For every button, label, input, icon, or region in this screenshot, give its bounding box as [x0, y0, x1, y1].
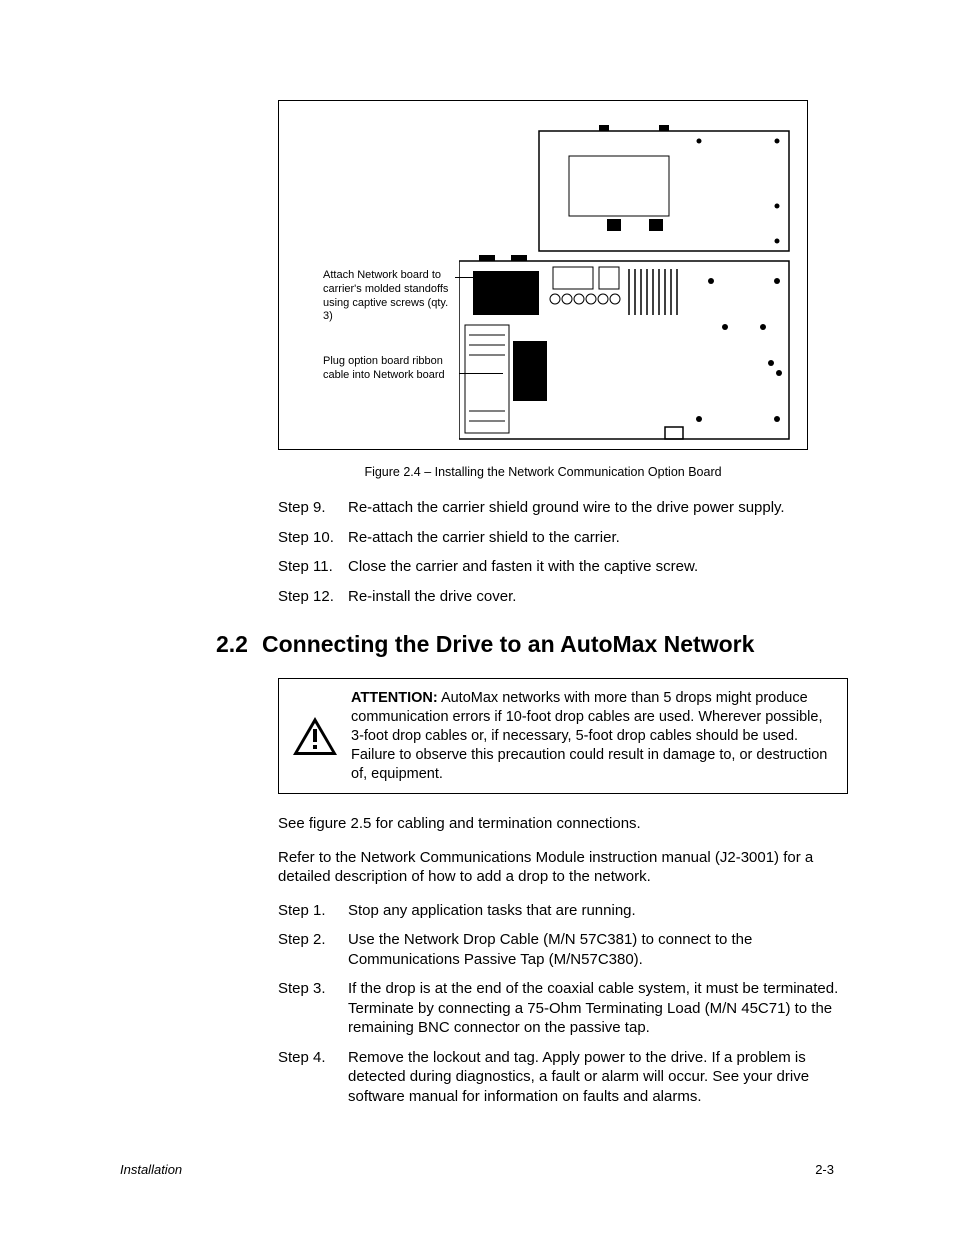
callout-text-2: Plug option board ribbon cable into Netw…: [323, 355, 445, 381]
step-label: Step 1.: [278, 901, 348, 921]
steps-bottom: Step 1. Stop any application tasks that …: [278, 901, 848, 1107]
step-label: Step 3.: [278, 979, 348, 1038]
step-row: Step 2. Use the Network Drop Cable (M/N …: [278, 930, 848, 969]
figure-frame: Attach Network board to carrier's molded…: [278, 100, 808, 450]
step-text: Use the Network Drop Cable (M/N 57C381) …: [348, 930, 848, 969]
warning-icon: [291, 689, 339, 783]
step-row: Step 10. Re-attach the carrier shield to…: [278, 528, 834, 548]
attention-label: ATTENTION:: [351, 690, 438, 706]
step-text: Re-attach the carrier shield to the carr…: [348, 528, 834, 548]
attention-text: ATTENTION: AutoMax networks with more th…: [351, 689, 835, 783]
step-label: Step 12.: [278, 587, 348, 607]
step-text: Close the carrier and fasten it with the…: [348, 557, 834, 577]
section-title: Connecting the Drive to an AutoMax Netwo…: [262, 630, 754, 660]
paragraph: See figure 2.5 for cabling and terminati…: [278, 814, 838, 834]
step-row: Step 11. Close the carrier and fasten it…: [278, 557, 834, 577]
step-row: Step 12. Re-install the drive cover.: [278, 587, 834, 607]
step-text: Stop any application tasks that are runn…: [348, 901, 848, 921]
step-text: If the drop is at the end of the coaxial…: [348, 979, 848, 1038]
figure-schematic: [459, 111, 799, 441]
page-footer: Installation 2-3: [120, 1162, 834, 1179]
step-row: Step 9. Re-attach the carrier shield gro…: [278, 498, 834, 518]
steps-top: Step 9. Re-attach the carrier shield gro…: [278, 498, 834, 606]
figure-caption: Figure 2.4 – Installing the Network Comm…: [278, 464, 808, 480]
step-text: Re-install the drive cover.: [348, 587, 834, 607]
attention-box: ATTENTION: AutoMax networks with more th…: [278, 678, 848, 794]
figure-callout-1: Attach Network board to carrier's molded…: [323, 269, 453, 324]
section-heading: 2.2 Connecting the Drive to an AutoMax N…: [216, 630, 834, 660]
paragraph: Refer to the Network Communications Modu…: [278, 848, 838, 887]
page: Attach Network board to carrier's molded…: [0, 0, 954, 1235]
step-label: Step 9.: [278, 498, 348, 518]
step-label: Step 10.: [278, 528, 348, 548]
footer-section: Installation: [120, 1162, 182, 1179]
step-label: Step 11.: [278, 557, 348, 577]
step-row: Step 3. If the drop is at the end of the…: [278, 979, 848, 1038]
step-label: Step 2.: [278, 930, 348, 969]
step-text: Re-attach the carrier shield ground wire…: [348, 498, 834, 518]
figure-callout-2: Plug option board ribbon cable into Netw…: [323, 355, 457, 383]
step-row: Step 4. Remove the lockout and tag. Appl…: [278, 1048, 848, 1107]
callout-text-1: Attach Network board to carrier's molded…: [323, 269, 448, 322]
step-text: Remove the lockout and tag. Apply power …: [348, 1048, 848, 1107]
section-number: 2.2: [216, 630, 248, 660]
step-label: Step 4.: [278, 1048, 348, 1107]
step-row: Step 1. Stop any application tasks that …: [278, 901, 848, 921]
footer-page-number: 2-3: [815, 1162, 834, 1179]
